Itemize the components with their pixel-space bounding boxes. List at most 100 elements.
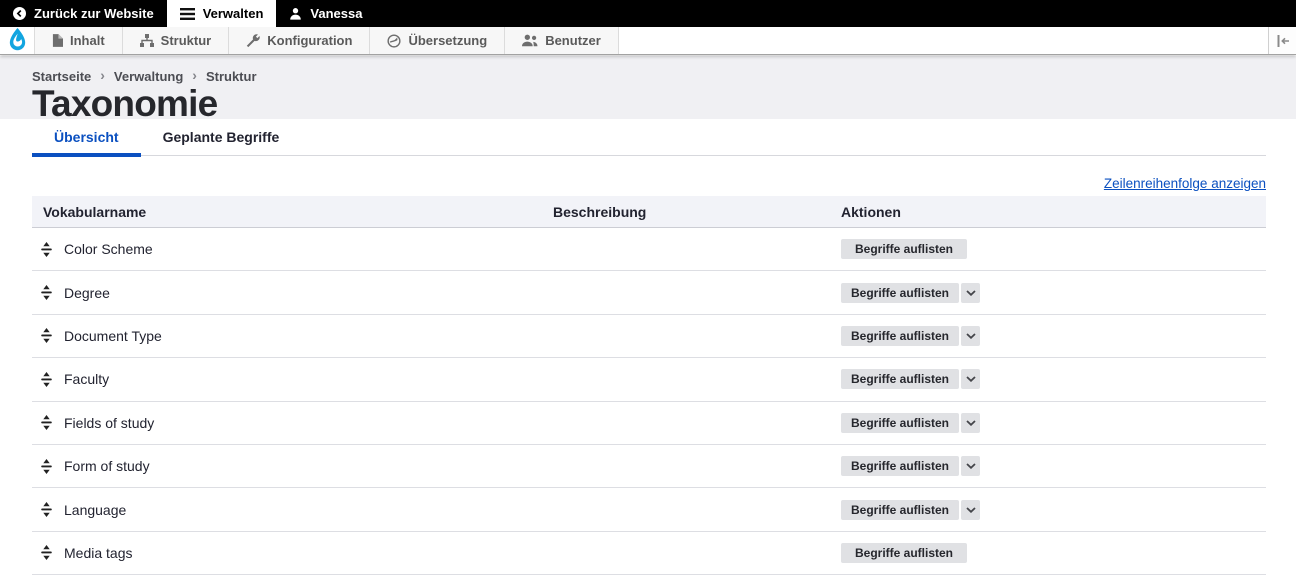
back-to-site-button[interactable]: Zurück zur Website (0, 0, 167, 27)
chevron-down-icon (965, 333, 976, 339)
vocabulary-name: Language (64, 501, 127, 518)
tabs-bar: Übersicht Geplante Begriffe (32, 119, 1266, 157)
vocabulary-actions-cell: Begriffe auflisten (841, 282, 1266, 303)
table-row: Faculty Begriffe auflisten (32, 358, 1266, 402)
drupal-logo-icon (6, 28, 29, 53)
table-row: Form of study Begriffe auflisten (32, 444, 1266, 489)
list-terms-button[interactable]: Begriffe auflisten (841, 369, 960, 390)
globe-icon (387, 33, 402, 48)
vocabulary-name-cell: Faculty (32, 371, 553, 387)
toolbar-item-label: Inhalt (70, 33, 105, 48)
manage-tab[interactable]: Verwalten (166, 0, 277, 27)
tab-geplante-begriffe[interactable]: Geplante Begriffe (141, 119, 302, 155)
table-row: Color Scheme Begriffe auflisten (32, 228, 1266, 272)
vocabulary-actions-cell: Begriffe auflisten (841, 369, 1266, 390)
dropbutton-toggle[interactable] (961, 369, 981, 390)
admin-bar: Zurück zur Website Verwalten Vanessa (0, 0, 1296, 27)
chevron-right-icon: › (192, 67, 197, 83)
drag-handle-icon[interactable] (40, 328, 53, 344)
list-terms-button[interactable]: Begriffe auflisten (841, 499, 960, 520)
vocabulary-name-cell: Language (32, 502, 553, 518)
vocabulary-name: Document Type (64, 327, 162, 344)
list-terms-button[interactable]: Begriffe auflisten (841, 282, 960, 303)
toolbar-item-uebersetzung[interactable]: Übersetzung (369, 27, 505, 54)
vocabulary-actions-cell: Begriffe auflisten (841, 499, 1266, 520)
dropbutton: Begriffe auflisten (841, 325, 981, 346)
vocabulary-name-cell: Form of study (32, 458, 553, 474)
document-icon (52, 34, 63, 47)
wrench-icon (246, 33, 260, 48)
home-button[interactable] (0, 27, 34, 54)
dropbutton-toggle[interactable] (961, 282, 981, 303)
chevron-down-icon (965, 506, 976, 513)
dropbutton: Begriffe auflisten (841, 412, 981, 433)
list-terms-button[interactable]: Begriffe auflisten (841, 239, 968, 260)
drag-handle-icon[interactable] (40, 371, 53, 387)
chevron-down-icon (965, 420, 976, 426)
header-aktionen: Aktionen (841, 203, 901, 220)
vocabulary-actions-cell: Begriffe auflisten (841, 412, 1266, 433)
table-row: Document Type Begriffe auflisten (32, 314, 1266, 359)
back-circle-icon (13, 7, 26, 20)
drag-handle-icon[interactable] (40, 241, 53, 257)
list-terms-button[interactable]: Begriffe auflisten (841, 325, 960, 346)
toolbar-item-label: Struktur (160, 33, 212, 48)
table-header-row: Vokabularname Beschreibung Aktionen (32, 196, 1266, 228)
table-row: Media tags Begriffe auflisten (32, 531, 1266, 576)
toolbar-menu: Inhalt Struktur Konfiguration Übersetzun… (34, 27, 619, 54)
toolbar-item-label: Benutzer (545, 33, 601, 48)
toolbar-orientation-icon (1276, 34, 1290, 47)
vocabulary-name: Faculty (64, 371, 110, 388)
header-vokabularname: Vokabularname (43, 203, 147, 220)
table-row: Language Begriffe auflisten (32, 488, 1266, 532)
drag-handle-icon[interactable] (40, 458, 53, 474)
toolbar-item-struktur[interactable]: Struktur (121, 27, 229, 54)
vocabulary-name-cell: Media tags (32, 545, 553, 561)
user-menu[interactable]: Vanessa (276, 0, 375, 27)
toolbar-item-inhalt[interactable]: Inhalt (34, 27, 122, 54)
toolbar-item-konfiguration[interactable]: Konfiguration (228, 27, 370, 54)
vocabulary-actions-cell: Begriffe auflisten (841, 325, 1266, 346)
dropbutton: Begriffe auflisten (841, 542, 968, 563)
sitemap-icon (139, 34, 154, 47)
breadcrumb-verwaltung[interactable]: Verwaltung (114, 69, 183, 84)
hamburger-icon (179, 7, 195, 20)
vocabulary-table: Vokabularname Beschreibung Aktionen Colo… (32, 196, 1266, 576)
breadcrumb-startseite[interactable]: Startseite (32, 69, 91, 84)
drag-handle-icon[interactable] (40, 502, 53, 518)
dropbutton: Begriffe auflisten (841, 282, 981, 303)
list-terms-button[interactable]: Begriffe auflisten (841, 456, 960, 477)
breadcrumb-struktur[interactable]: Struktur (206, 69, 257, 84)
back-to-site-label: Zurück zur Website (34, 6, 154, 21)
vocabulary-name: Fields of study (64, 414, 155, 431)
users-icon (522, 34, 538, 47)
dropbutton-toggle[interactable] (961, 325, 981, 346)
drag-handle-icon[interactable] (40, 415, 53, 431)
toolbar-item-benutzer[interactable]: Benutzer (504, 27, 619, 54)
table-row: Fields of study Begriffe auflisten (32, 401, 1266, 445)
dropbutton-toggle[interactable] (961, 412, 981, 433)
user-name-label: Vanessa (310, 6, 363, 21)
page-title: Taxonomie (32, 83, 218, 124)
header-beschreibung: Beschreibung (553, 203, 647, 220)
list-terms-button[interactable]: Begriffe auflisten (841, 542, 968, 563)
toolbar-orientation-toggle[interactable] (1268, 27, 1296, 54)
table-row: Degree Begriffe auflisten (32, 271, 1266, 315)
dropbutton: Begriffe auflisten (841, 499, 981, 520)
vocabulary-name-cell: Degree (32, 285, 553, 301)
drag-handle-icon[interactable] (40, 545, 53, 561)
dropbutton-toggle[interactable] (961, 456, 981, 477)
manage-label: Verwalten (202, 6, 264, 21)
chevron-down-icon (965, 289, 976, 296)
list-terms-button[interactable]: Begriffe auflisten (841, 412, 960, 433)
drag-handle-icon[interactable] (40, 285, 53, 301)
dropbutton-toggle[interactable] (961, 499, 981, 520)
vocabulary-name-cell: Color Scheme (32, 241, 553, 257)
dropbutton: Begriffe auflisten (841, 239, 968, 260)
vocabulary-name-cell: Fields of study (32, 415, 553, 431)
tab-uebersicht[interactable]: Übersicht (32, 119, 141, 157)
vocabulary-name: Media tags (64, 544, 133, 561)
toolbar-item-label: Konfiguration (267, 33, 353, 48)
chevron-down-icon (965, 376, 976, 383)
show-row-weights-link[interactable]: Zeilenreihenfolge anzeigen (1104, 176, 1266, 191)
